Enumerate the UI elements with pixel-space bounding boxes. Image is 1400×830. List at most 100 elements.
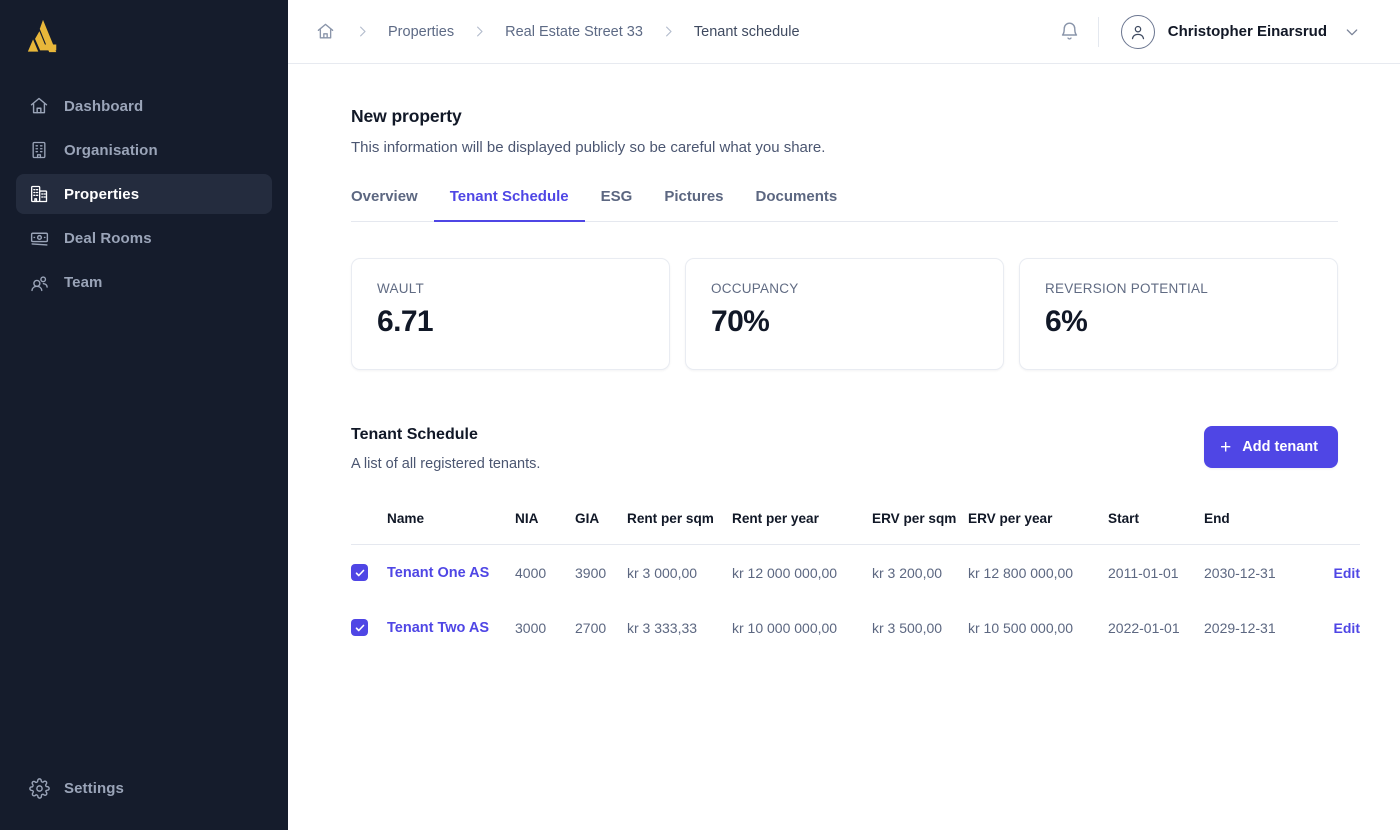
- breadcrumb-separator-icon: [341, 24, 384, 39]
- column-select: [351, 510, 387, 545]
- cell-start: 2022-01-01: [1108, 619, 1180, 636]
- chevron-down-icon[interactable]: [1340, 24, 1360, 40]
- cell-end: 2029-12-31: [1204, 619, 1276, 636]
- sidebar-item-deal-rooms[interactable]: Deal Rooms: [16, 218, 272, 258]
- cell-erv-per-year: kr 12 800 000,00: [968, 564, 1074, 581]
- row-checkbox[interactable]: [351, 619, 368, 637]
- cell-actions: Edit: [1314, 600, 1360, 655]
- table-row: Tenant One AS 4000 3900 kr 3 000,00 kr 1…: [351, 545, 1360, 601]
- tenant-link[interactable]: Tenant One AS: [387, 565, 489, 581]
- stat-label: OCCUPANCY: [711, 281, 799, 296]
- bell-icon[interactable]: [1041, 21, 1098, 42]
- user-name: Christopher Einarsrud: [1167, 23, 1327, 40]
- tenant-link[interactable]: Tenant Two AS: [387, 620, 489, 636]
- add-tenant-button[interactable]: + Add tenant: [1204, 426, 1338, 468]
- sidebar-item-label: Organisation: [64, 141, 158, 159]
- sidebar-item-label: Team: [64, 273, 103, 291]
- column-header-gia: GIA: [575, 511, 600, 526]
- user-menu[interactable]: Christopher Einarsrud: [1107, 14, 1360, 49]
- breadcrumb: Properties Real Estate Street 33 Tenant …: [310, 22, 804, 41]
- sidebar-item-label: Properties: [64, 185, 140, 203]
- stat-label: WAULT: [377, 281, 424, 296]
- cell-rent-per-year: kr 12 000 000,00: [732, 564, 838, 581]
- buildings-icon: [28, 183, 50, 205]
- tab-documents[interactable]: Documents: [740, 188, 854, 222]
- breadcrumb-item-properties[interactable]: Properties: [384, 24, 458, 40]
- add-tenant-label: Add tenant: [1242, 439, 1318, 455]
- row-select-cell: [351, 600, 387, 655]
- sidebar-item-properties[interactable]: Properties: [16, 174, 272, 214]
- breadcrumb-home-icon[interactable]: [310, 22, 341, 41]
- page-content: New property This information will be di…: [288, 64, 1400, 830]
- divider: [1097, 16, 1099, 47]
- stat-value: 70%: [711, 305, 770, 338]
- sidebar-item-label: Settings: [64, 779, 124, 797]
- column-header-end: End: [1204, 511, 1230, 526]
- page-subtitle: This information will be displayed publi…: [351, 139, 826, 156]
- main-area: Properties Real Estate Street 33 Tenant …: [288, 0, 1400, 830]
- sidebar-item-label: Deal Rooms: [64, 229, 152, 247]
- sidebar-item-team[interactable]: Team: [16, 262, 272, 302]
- cell-start: 2011-01-01: [1108, 564, 1179, 581]
- page-title: New property: [351, 106, 462, 126]
- top-bar-right: Christopher Einarsrud: [1041, 14, 1360, 49]
- top-bar: Properties Real Estate Street 33 Tenant …: [288, 0, 1400, 64]
- gear-icon: [28, 777, 50, 799]
- cell-name: Tenant One AS: [387, 545, 515, 601]
- breadcrumb-item-tenant-schedule[interactable]: Tenant schedule: [690, 24, 804, 40]
- cell-end: 2030-12-31: [1204, 564, 1276, 581]
- stat-value: 6%: [1045, 305, 1088, 338]
- sidebar-bottom: Settings: [0, 768, 288, 830]
- tab-esg[interactable]: ESG: [585, 188, 649, 222]
- banknote-icon: [28, 227, 50, 249]
- column-header-nia: NIA: [515, 511, 539, 526]
- sidebar-item-label: Dashboard: [64, 97, 144, 115]
- cell-erv-per-sqm: kr 3 500,00: [872, 619, 943, 636]
- cell-nia: 4000: [515, 564, 547, 581]
- stat-card-group: WAULT 6.71 OCCUPANCY 70% REVERSION POTEN…: [351, 258, 1338, 370]
- cell-gia: 2700: [575, 619, 607, 636]
- table-head: Name NIA GIA Rent per sqm Rent per year …: [351, 510, 1360, 545]
- breadcrumb-separator-icon: [647, 24, 690, 39]
- plus-icon: +: [1220, 436, 1232, 458]
- stat-card-reversion-potential: REVERSION POTENTIAL 6%: [1019, 258, 1338, 370]
- edit-link[interactable]: Edit: [1334, 565, 1360, 581]
- users-icon: [28, 271, 50, 293]
- tab-tenant-schedule[interactable]: Tenant Schedule: [433, 188, 585, 222]
- tab-overview[interactable]: Overview: [351, 188, 434, 222]
- stat-value: 6.71: [377, 305, 434, 338]
- breadcrumb-separator-icon: [458, 24, 501, 39]
- tab-pictures[interactable]: Pictures: [648, 188, 739, 222]
- edit-link[interactable]: Edit: [1334, 620, 1360, 636]
- tenant-table: Name NIA GIA Rent per sqm Rent per year …: [351, 510, 1360, 655]
- sidebar-item-organisation[interactable]: Organisation: [16, 130, 272, 170]
- cell-name: Tenant Two AS: [387, 600, 515, 655]
- home-icon: [28, 95, 50, 117]
- sidebar-nav: Dashboard Organisation Properties Deal R…: [0, 86, 288, 302]
- stat-card-occupancy: OCCUPANCY 70%: [685, 258, 1004, 370]
- table-subtitle: A list of all registered tenants.: [351, 456, 541, 472]
- cell-rent-per-year: kr 10 000 000,00: [732, 619, 838, 636]
- column-header-rent-per-sqm: Rent per sqm: [627, 511, 714, 526]
- breadcrumb-item-address[interactable]: Real Estate Street 33: [501, 24, 647, 40]
- table-section-header: Tenant Schedule A list of all registered…: [351, 426, 1338, 472]
- column-header-rent-per-year: Rent per year: [732, 511, 819, 526]
- column-header-actions: [1314, 510, 1360, 545]
- app-root: Dashboard Organisation Properties Deal R…: [0, 0, 1400, 830]
- column-header-name: Name: [387, 511, 425, 526]
- column-header-start: Start: [1108, 511, 1139, 526]
- cell-erv-per-sqm: kr 3 200,00: [872, 564, 943, 581]
- sidebar-item-dashboard[interactable]: Dashboard: [16, 86, 272, 126]
- logo-container[interactable]: [0, 0, 288, 72]
- building-icon: [28, 139, 50, 161]
- table-body: Tenant One AS 4000 3900 kr 3 000,00 kr 1…: [351, 545, 1360, 656]
- table-section-text: Tenant Schedule A list of all registered…: [351, 426, 540, 472]
- cell-gia: 3900: [575, 564, 607, 581]
- row-select-cell: [351, 545, 387, 601]
- cell-nia: 3000: [515, 619, 547, 636]
- cell-rent-per-sqm: kr 3 000,00: [627, 564, 698, 581]
- sidebar-item-settings[interactable]: Settings: [16, 768, 272, 808]
- row-checkbox[interactable]: [351, 564, 368, 582]
- column-header-erv-per-sqm: ERV per sqm: [872, 511, 957, 526]
